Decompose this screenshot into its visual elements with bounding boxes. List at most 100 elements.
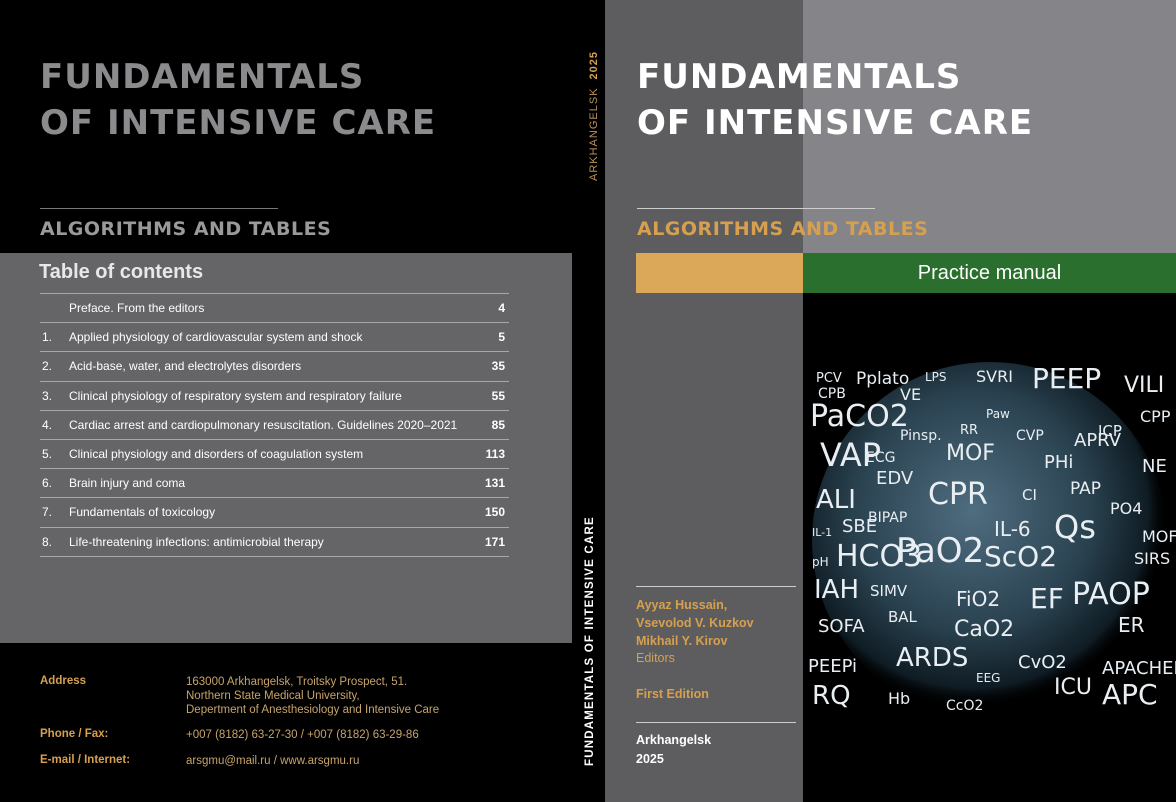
authors: Ayyaz Hussain, Vsevolod V. Kuzkov Mikhai… [636, 596, 754, 650]
toc-row: 8. Life-threatening infections: antimicro… [40, 526, 509, 556]
toc-number: 5. [42, 447, 53, 462]
toc-list: Preface. From the editors 4 1. Applied phy… [40, 293, 509, 557]
toc-number: 2. [42, 359, 53, 374]
practice-manual-label: Practice manual [917, 262, 1062, 284]
address-label: Address [40, 675, 87, 687]
globe-word: PaCO2 [810, 399, 909, 434]
globe-word: PEEP [1032, 362, 1101, 395]
toc-title: Cardiac arrest and cardiopulmonary resus… [69, 417, 458, 432]
back-title-line1: FUNDAMENTALS [40, 57, 365, 97]
globe-word: ScO2 [984, 540, 1057, 573]
spine-year: 2025 [588, 50, 600, 80]
address-line: 163000 Arkhangelsk, Troitsky Prospect, 5… [186, 676, 408, 688]
edition-label: First Edition [636, 687, 709, 701]
toc-number: 8. [42, 534, 53, 549]
toc-row: 2. Acid-base, water, and electrolytes dis… [40, 351, 509, 380]
globe-word: LPS [925, 370, 947, 384]
toc-row: 3. Clinical physiology of respiratory sys… [40, 380, 509, 410]
globe-word: CPR [928, 477, 988, 512]
globe-word: CvO2 [1018, 652, 1067, 673]
back-title-line2: OF INTENSIVE CARE [40, 103, 437, 143]
toc-row: 6. Brain injury and coma 131 [40, 468, 509, 497]
globe-word: Pinsp. [900, 428, 942, 444]
toc-page: 150 [484, 505, 505, 520]
toc-page: 113 [485, 447, 505, 462]
publisher-divider [636, 722, 796, 723]
globe-word: APC [1102, 678, 1158, 711]
globe-word: SIMV [870, 582, 908, 600]
author-name: Vsevolod V. Kuzkov [636, 616, 754, 630]
toc-title: Applied physiology of cardiovascular sys… [69, 330, 363, 345]
toc-title: Clinical physiology of respiratory syste… [69, 388, 402, 403]
toc-page: 131 [484, 476, 505, 491]
globe-word: MOF [1142, 527, 1176, 546]
author-name: Ayyaz Hussain, [636, 598, 728, 612]
toc-number: 3. [42, 388, 53, 403]
globe-word: CaO2 [954, 617, 1014, 642]
globe-word: SOFA [818, 616, 865, 637]
toc-title: Brain injury and coma [69, 476, 186, 491]
address-value: 163000 Arkhangelsk, Troitsky Prospect, 5… [186, 675, 439, 717]
globe-word: CcO2 [946, 698, 983, 714]
toc-title: Life-threatening infections: antimicrobi… [69, 534, 324, 549]
globe-word: APRV [1074, 430, 1122, 451]
toc-title: Preface. From the editors [69, 301, 205, 316]
globe-word: IL-6 [994, 517, 1031, 541]
globe-word: SIRS [1134, 549, 1170, 568]
globe-word: PaO2 [896, 531, 984, 571]
globe-word: FiO2 [956, 587, 1000, 611]
toc-page: 85 [491, 417, 505, 432]
word-globe-image: PCV Pplato LPS SVRI PEEP VILICPB VEPaCO2 Paw CPP… [808, 362, 1176, 718]
toc-page: 55 [491, 388, 505, 403]
toc-row: 7. Fundamentals of toxicology 150 [40, 497, 509, 526]
globe-word: EEG [976, 671, 1000, 685]
globe-word: BAL [888, 608, 918, 626]
toc-heading: Table of contents [39, 261, 204, 283]
toc-row: Preface. From the editors 4 [40, 293, 509, 322]
globe-word: VILI [1124, 373, 1164, 398]
globe-word: NE [1142, 456, 1167, 477]
toc-row: 1. Applied physiology of cardiovascular s… [40, 322, 509, 351]
email-value: arsgmu@mail.ru / www.arsgmu.ru [186, 755, 360, 767]
globe-word: IAH [814, 575, 859, 605]
toc-row: 4. Cardiac arrest and cardiopulmonary res… [40, 409, 509, 439]
globe-word: CI [1022, 486, 1037, 504]
globe-word: CPP [1140, 407, 1171, 426]
back-divider [40, 208, 278, 209]
toc-number: 7. [42, 505, 53, 520]
globe-word: Hb [888, 689, 910, 708]
toc-title: Fundamentals of toxicology [69, 505, 216, 520]
globe-word: SVRI [976, 367, 1013, 386]
toc-page: 35 [491, 359, 505, 374]
spine-publisher: ARKHANGELSK 2025 [588, 51, 600, 181]
toc-number: 6. [42, 476, 53, 491]
authors-divider [636, 586, 796, 587]
globe-word: EDV [876, 468, 914, 489]
globe-word: SBE [842, 516, 877, 537]
toc-title: Acid-base, water, and electrolytes disor… [69, 359, 302, 374]
toc-number: 1. [42, 330, 53, 345]
back-subtitle: ALGORITHMS AND TABLES [40, 218, 332, 240]
globe-word: ALI [816, 485, 856, 515]
globe-word: Qs [1054, 508, 1096, 546]
globe-word: PEEPi [808, 656, 857, 677]
globe-word: APACHEII [1102, 658, 1176, 679]
toc-title: Clinical physiology and disorders of coa… [69, 447, 364, 462]
address-line: Northern State Medical University, [186, 690, 360, 702]
globe-word: PAOP [1072, 577, 1150, 612]
front-title: FUNDAMENTALS OF INTENSIVE CARE [637, 54, 1033, 146]
globe-word: PHi [1044, 452, 1073, 473]
publisher-info: Arkhangelsk 2025 [636, 731, 711, 769]
publisher-year: 2025 [636, 752, 664, 766]
author-name: Mikhail Y. Kirov [636, 634, 728, 648]
globe-word: ER [1118, 613, 1145, 637]
spine-title: FUNDAMENTALS OF INTENSIVE CARE [584, 516, 596, 766]
globe-word: PCV [816, 371, 842, 386]
front-title-line2: OF INTENSIVE CARE [637, 103, 1034, 143]
toc-row: 5. Clinical physiology and disorders of c… [40, 438, 509, 468]
globe-word: ARDS [896, 643, 968, 673]
globe-word: ECG [866, 450, 895, 466]
publisher-city: Arkhangelsk [636, 733, 712, 747]
globe-word: PAP [1070, 479, 1101, 499]
globe-word: PO4 [1110, 499, 1142, 518]
